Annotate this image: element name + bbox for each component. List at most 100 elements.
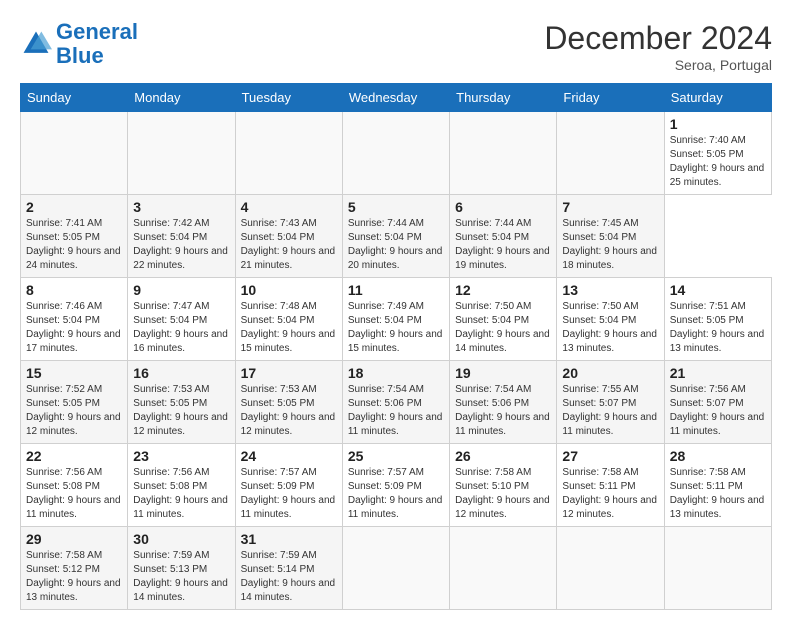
day-number: 3 bbox=[133, 199, 229, 215]
calendar-cell: 10Sunrise: 7:48 AMSunset: 5:04 PMDayligh… bbox=[235, 278, 342, 361]
calendar-cell: 14 Sunrise: 7:51 AMSunset: 5:05 PMDayligh… bbox=[664, 278, 771, 361]
day-number: 29 bbox=[26, 531, 122, 547]
day-info: Sunrise: 7:45 AMSunset: 5:04 PMDaylight:… bbox=[562, 218, 657, 271]
calendar-cell: 11 Sunrise: 7:49 AMSunset: 5:04 PMDayligh… bbox=[342, 278, 449, 361]
calendar-cell: 19 Sunrise: 7:54 AMSunset: 5:06 PMDayligh… bbox=[450, 361, 557, 444]
logo-icon bbox=[20, 28, 52, 60]
day-number: 17 bbox=[241, 365, 337, 381]
day-number: 26 bbox=[455, 448, 551, 464]
day-info: Sunrise: 7:42 AMSunset: 5:04 PMDaylight:… bbox=[133, 218, 228, 271]
calendar-cell: 12Sunrise: 7:50 AMSunset: 5:04 PMDayligh… bbox=[450, 278, 557, 361]
day-number: 31 bbox=[241, 531, 337, 547]
calendar-cell: 23 Sunrise: 7:56 AMSunset: 5:08 PMDayligh… bbox=[128, 444, 235, 527]
day-info: Sunrise: 7:59 AMSunset: 5:13 PMDaylight:… bbox=[133, 550, 228, 603]
day-number: 10 bbox=[241, 282, 337, 298]
weekday-header: Thursday bbox=[450, 84, 557, 112]
weekday-header: Tuesday bbox=[235, 84, 342, 112]
calendar-week-row: 22 Sunrise: 7:56 AMSunset: 5:08 PMDayligh… bbox=[21, 444, 772, 527]
calendar-cell: 7 Sunrise: 7:45 AMSunset: 5:04 PMDaylight… bbox=[557, 195, 664, 278]
location: Seroa, Portugal bbox=[544, 57, 772, 73]
day-info: Sunrise: 7:54 AMSunset: 5:06 PMDaylight:… bbox=[455, 384, 550, 437]
day-info: Sunrise: 7:44 AMSunset: 5:04 PMDaylight:… bbox=[348, 218, 443, 271]
day-info: Sunrise: 7:56 AMSunset: 5:08 PMDaylight:… bbox=[26, 467, 121, 520]
day-info: Sunrise: 7:40 AMSunset: 5:05 PMDaylight:… bbox=[670, 135, 765, 188]
calendar-cell: 15Sunrise: 7:52 AMSunset: 5:05 PMDayligh… bbox=[21, 361, 128, 444]
calendar-week-row: 2Sunrise: 7:41 AMSunset: 5:05 PMDaylight… bbox=[21, 195, 772, 278]
calendar-cell: 17 Sunrise: 7:53 AMSunset: 5:05 PMDayligh… bbox=[235, 361, 342, 444]
calendar-cell: 28 Sunrise: 7:58 AMSunset: 5:11 PMDayligh… bbox=[664, 444, 771, 527]
calendar-cell bbox=[557, 527, 664, 610]
day-number: 25 bbox=[348, 448, 444, 464]
day-number: 7 bbox=[562, 199, 658, 215]
page-header: General Blue December 2024 Seroa, Portug… bbox=[20, 20, 772, 73]
day-number: 23 bbox=[133, 448, 229, 464]
day-info: Sunrise: 7:49 AMSunset: 5:04 PMDaylight:… bbox=[348, 301, 443, 354]
day-info: Sunrise: 7:58 AMSunset: 5:10 PMDaylight:… bbox=[455, 467, 550, 520]
calendar-cell bbox=[450, 527, 557, 610]
day-number: 19 bbox=[455, 365, 551, 381]
calendar-cell: 30 Sunrise: 7:59 AMSunset: 5:13 PMDayligh… bbox=[128, 527, 235, 610]
calendar-cell bbox=[128, 112, 235, 195]
calendar-week-row: 15Sunrise: 7:52 AMSunset: 5:05 PMDayligh… bbox=[21, 361, 772, 444]
calendar-cell: 4Sunrise: 7:43 AMSunset: 5:04 PMDaylight… bbox=[235, 195, 342, 278]
weekday-header: Wednesday bbox=[342, 84, 449, 112]
calendar-cell: 6Sunrise: 7:44 AMSunset: 5:04 PMDaylight… bbox=[450, 195, 557, 278]
logo-text: General Blue bbox=[56, 20, 138, 68]
day-info: Sunrise: 7:59 AMSunset: 5:14 PMDaylight:… bbox=[241, 550, 336, 603]
day-info: Sunrise: 7:53 AMSunset: 5:05 PMDaylight:… bbox=[133, 384, 228, 437]
day-info: Sunrise: 7:56 AMSunset: 5:08 PMDaylight:… bbox=[133, 467, 228, 520]
weekday-header: Sunday bbox=[21, 84, 128, 112]
day-info: Sunrise: 7:53 AMSunset: 5:05 PMDaylight:… bbox=[241, 384, 336, 437]
calendar-cell: 5 Sunrise: 7:44 AMSunset: 5:04 PMDaylight… bbox=[342, 195, 449, 278]
day-number: 9 bbox=[133, 282, 229, 298]
day-number: 20 bbox=[562, 365, 658, 381]
day-number: 18 bbox=[348, 365, 444, 381]
calendar-cell: 29Sunrise: 7:58 AMSunset: 5:12 PMDayligh… bbox=[21, 527, 128, 610]
calendar-cell: 25 Sunrise: 7:57 AMSunset: 5:09 PMDayligh… bbox=[342, 444, 449, 527]
day-number: 28 bbox=[670, 448, 766, 464]
day-info: Sunrise: 7:46 AMSunset: 5:04 PMDaylight:… bbox=[26, 301, 121, 354]
calendar-table: SundayMondayTuesdayWednesdayThursdayFrid… bbox=[20, 83, 772, 610]
day-info: Sunrise: 7:43 AMSunset: 5:04 PMDaylight:… bbox=[241, 218, 336, 271]
calendar-cell: 8Sunrise: 7:46 AMSunset: 5:04 PMDaylight… bbox=[21, 278, 128, 361]
day-number: 5 bbox=[348, 199, 444, 215]
day-info: Sunrise: 7:58 AMSunset: 5:11 PMDaylight:… bbox=[670, 467, 765, 520]
day-info: Sunrise: 7:52 AMSunset: 5:05 PMDaylight:… bbox=[26, 384, 121, 437]
calendar-cell bbox=[342, 112, 449, 195]
calendar-cell: 26 Sunrise: 7:58 AMSunset: 5:10 PMDayligh… bbox=[450, 444, 557, 527]
day-info: Sunrise: 7:56 AMSunset: 5:07 PMDaylight:… bbox=[670, 384, 765, 437]
day-info: Sunrise: 7:41 AMSunset: 5:05 PMDaylight:… bbox=[26, 218, 121, 271]
day-info: Sunrise: 7:54 AMSunset: 5:06 PMDaylight:… bbox=[348, 384, 443, 437]
day-info: Sunrise: 7:57 AMSunset: 5:09 PMDaylight:… bbox=[241, 467, 336, 520]
calendar-cell: 21 Sunrise: 7:56 AMSunset: 5:07 PMDayligh… bbox=[664, 361, 771, 444]
calendar-cell: 22 Sunrise: 7:56 AMSunset: 5:08 PMDayligh… bbox=[21, 444, 128, 527]
day-number: 14 bbox=[670, 282, 766, 298]
logo: General Blue bbox=[20, 20, 138, 68]
day-info: Sunrise: 7:51 AMSunset: 5:05 PMDaylight:… bbox=[670, 301, 765, 354]
day-number: 27 bbox=[562, 448, 658, 464]
day-number: 22 bbox=[26, 448, 122, 464]
day-info: Sunrise: 7:50 AMSunset: 5:04 PMDaylight:… bbox=[562, 301, 657, 354]
calendar-cell bbox=[557, 112, 664, 195]
day-number: 11 bbox=[348, 282, 444, 298]
day-info: Sunrise: 7:57 AMSunset: 5:09 PMDaylight:… bbox=[348, 467, 443, 520]
calendar-cell: 27Sunrise: 7:58 AMSunset: 5:11 PMDayligh… bbox=[557, 444, 664, 527]
day-number: 16 bbox=[133, 365, 229, 381]
calendar-cell: 24Sunrise: 7:57 AMSunset: 5:09 PMDayligh… bbox=[235, 444, 342, 527]
calendar-cell: 16 Sunrise: 7:53 AMSunset: 5:05 PMDayligh… bbox=[128, 361, 235, 444]
day-number: 21 bbox=[670, 365, 766, 381]
day-number: 30 bbox=[133, 531, 229, 547]
calendar-cell bbox=[235, 112, 342, 195]
day-info: Sunrise: 7:55 AMSunset: 5:07 PMDaylight:… bbox=[562, 384, 657, 437]
weekday-header-row: SundayMondayTuesdayWednesdayThursdayFrid… bbox=[21, 84, 772, 112]
calendar-cell bbox=[342, 527, 449, 610]
weekday-header: Monday bbox=[128, 84, 235, 112]
title-block: December 2024 Seroa, Portugal bbox=[544, 20, 772, 73]
calendar-cell: 1Sunrise: 7:40 AMSunset: 5:05 PMDaylight… bbox=[664, 112, 771, 195]
day-number: 6 bbox=[455, 199, 551, 215]
day-number: 13 bbox=[562, 282, 658, 298]
calendar-cell: 18 Sunrise: 7:54 AMSunset: 5:06 PMDayligh… bbox=[342, 361, 449, 444]
calendar-cell: 9Sunrise: 7:47 AMSunset: 5:04 PMDaylight… bbox=[128, 278, 235, 361]
calendar-cell: 2Sunrise: 7:41 AMSunset: 5:05 PMDaylight… bbox=[21, 195, 128, 278]
calendar-cell: 31 Sunrise: 7:59 AMSunset: 5:14 PMDayligh… bbox=[235, 527, 342, 610]
